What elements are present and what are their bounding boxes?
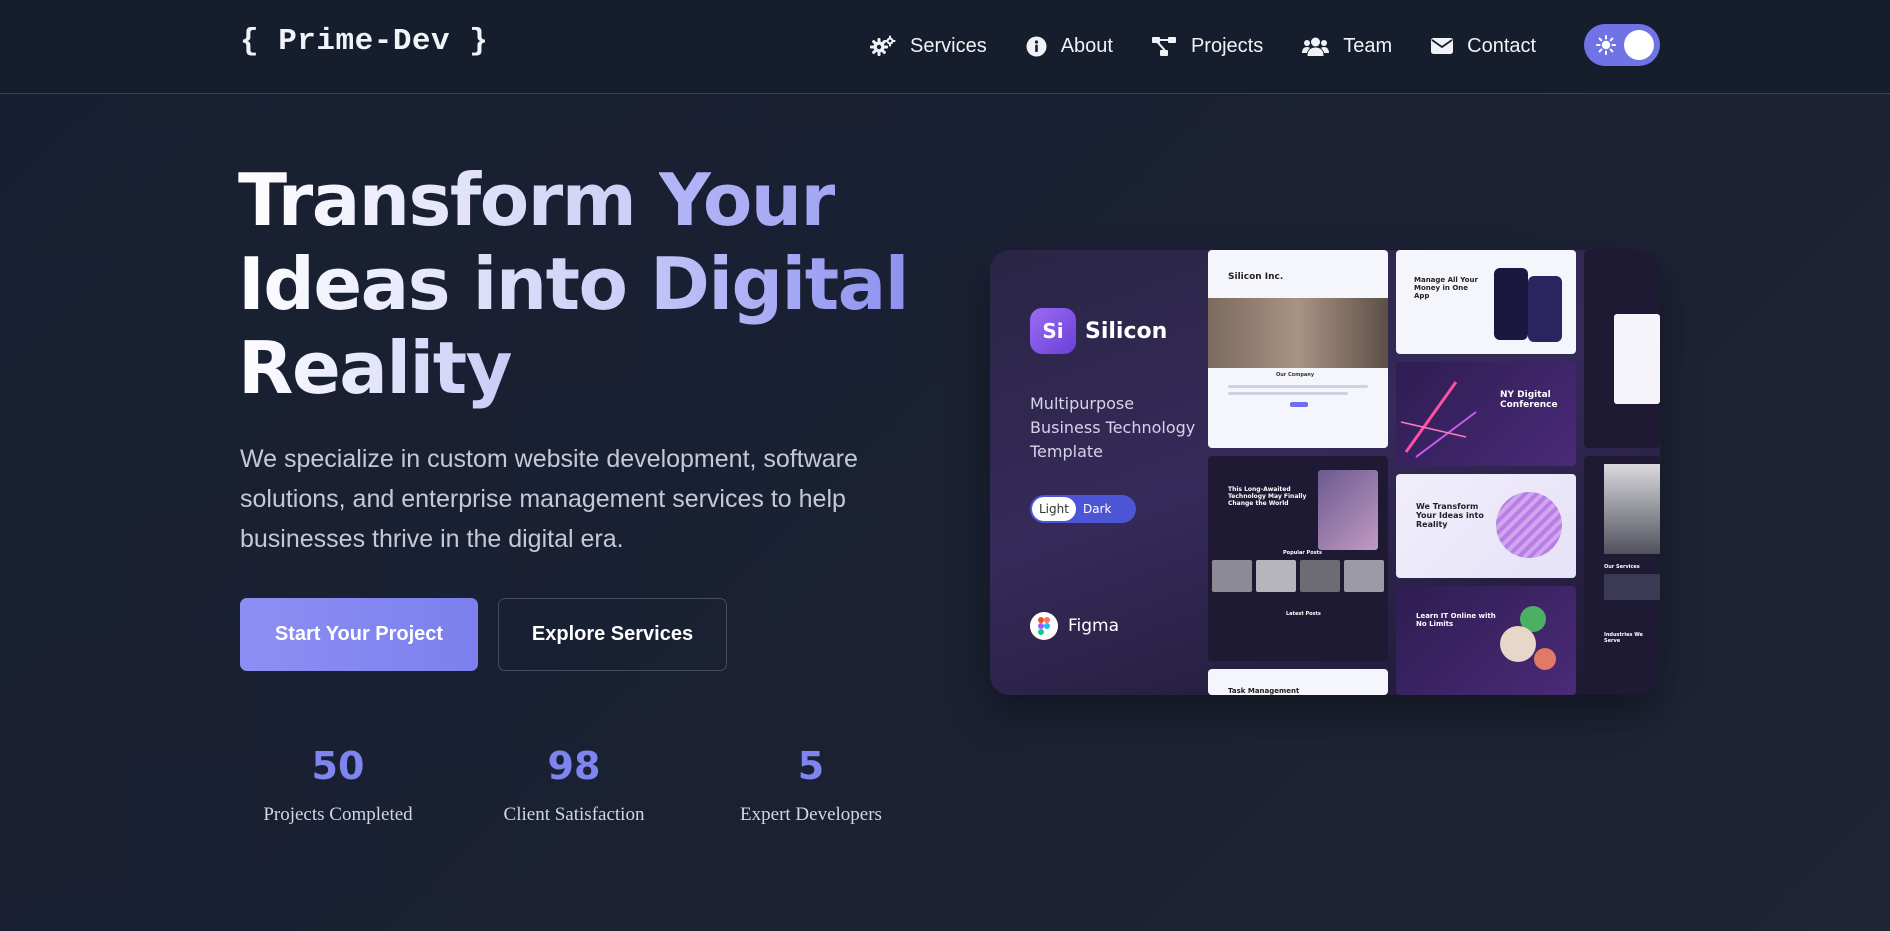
start-project-button[interactable]: Start Your Project: [240, 598, 478, 671]
preview-tile-task: Task Management: [1208, 669, 1388, 695]
headline-part-reality: Reality: [238, 326, 513, 410]
nav-label-team: Team: [1343, 34, 1393, 57]
main-nav: Services About Projects Team Contact: [870, 32, 1536, 60]
tile-title: Manage All Your Money in One App: [1414, 276, 1478, 300]
headline-part-digital: Digital: [650, 242, 909, 326]
nav-label-projects: Projects: [1190, 34, 1264, 57]
nav-item-services[interactable]: Services: [870, 32, 987, 60]
tile-subtitle: Popular Posts: [1283, 550, 1322, 556]
showcase-description: Multipurpose Business Technology Templat…: [1030, 394, 1196, 461]
nav-label-contact: Contact: [1467, 34, 1537, 57]
nav-label-about: About: [1060, 34, 1113, 57]
theme-toggle[interactable]: [1584, 24, 1660, 66]
stat-value: 50: [311, 744, 365, 788]
showcase-intro-panel: Si Silicon Multipurpose Business Technol…: [990, 250, 1208, 695]
showcase-theme-switch: Light Dark: [1030, 495, 1136, 523]
stat-projects: 50 Projects Completed: [238, 740, 438, 826]
silicon-brand-name: Silicon: [1085, 318, 1168, 344]
project-diagram-icon: [1151, 36, 1176, 56]
tile-title: Learn IT Online with No Limits: [1416, 612, 1496, 628]
tile-title: We Transform Your Ideas into Reality: [1416, 502, 1484, 529]
stat-developers: 5 Expert Developers: [711, 740, 911, 826]
nav-label-services: Services: [910, 34, 987, 57]
tile-title: NY Digital Conference: [1500, 390, 1558, 410]
template-showcase-image: Si Silicon Multipurpose Business Technol…: [990, 250, 1660, 695]
headline-part-ideas: Ideas into: [238, 242, 651, 326]
switch-dark-option: Dark: [1082, 502, 1112, 516]
figma-badge: Figma: [1030, 612, 1119, 640]
explore-services-button[interactable]: Explore Services: [498, 598, 727, 671]
switch-light-option: Light: [1032, 497, 1076, 521]
stat-label: Projects Completed: [263, 804, 413, 825]
info-circle-icon: [1026, 36, 1047, 56]
preview-tile-tasks-dark: [1584, 250, 1660, 448]
hero-description: We specialize in custom website developm…: [240, 445, 858, 553]
gears-icon: [870, 35, 896, 56]
users-icon: [1302, 37, 1330, 56]
hero-headline: Transform Your Ideas into Digital Realit…: [238, 158, 938, 410]
envelope-icon: [1431, 38, 1454, 54]
preview-tile-hero: We Transform Your Ideas into Reality: [1396, 474, 1576, 578]
stat-label: Expert Developers: [740, 804, 882, 825]
stat-value: 5: [797, 744, 825, 788]
headline-part-your: Your: [658, 158, 836, 242]
nav-item-projects[interactable]: Projects: [1151, 32, 1264, 60]
tile-title: Our Services: [1604, 564, 1640, 570]
preview-tile-finance-app: Manage All Your Money in One App: [1396, 250, 1576, 354]
nav-item-team[interactable]: Team: [1302, 32, 1392, 60]
tile-title: This Long-Awaited Technology May Finally…: [1228, 486, 1307, 507]
figma-icon: [1030, 612, 1058, 640]
preview-tile-courses: Learn IT Online with No Limits: [1396, 586, 1576, 695]
preview-tile-company: Silicon Inc. Our Company: [1208, 250, 1388, 448]
site-logo[interactable]: { Prime-Dev }: [240, 24, 488, 59]
silicon-brand: Si Silicon: [1030, 308, 1167, 354]
preview-tile-services: Our Services Industries We Serve: [1584, 456, 1660, 695]
tile-subtitle: Industries We Serve: [1604, 632, 1643, 644]
navbar: { Prime-Dev } Services About Projects Te…: [0, 0, 1890, 94]
headline-part-transform: Transform: [238, 158, 659, 242]
preview-tile-blog: This Long-Awaited Technology May Finally…: [1208, 456, 1388, 661]
stat-satisfaction: 98 Client Satisfaction: [474, 740, 674, 826]
toggle-knob: [1624, 30, 1654, 60]
stat-value: 98: [547, 744, 601, 788]
tile-title: Task Management: [1228, 687, 1300, 695]
nav-item-contact[interactable]: Contact: [1431, 32, 1536, 60]
preview-tile-conference: NY Digital Conference: [1396, 362, 1576, 466]
nav-item-about[interactable]: About: [1026, 32, 1113, 60]
sun-icon: [1596, 35, 1616, 55]
silicon-logo-badge: Si: [1030, 308, 1076, 354]
tile-subtitle-2: Latest Posts: [1286, 611, 1321, 617]
tile-title: Silicon Inc.: [1228, 272, 1284, 282]
figma-label: Figma: [1068, 616, 1120, 636]
stat-label: Client Satisfaction: [503, 804, 645, 825]
tile-subtitle: Our Company: [1276, 372, 1315, 378]
